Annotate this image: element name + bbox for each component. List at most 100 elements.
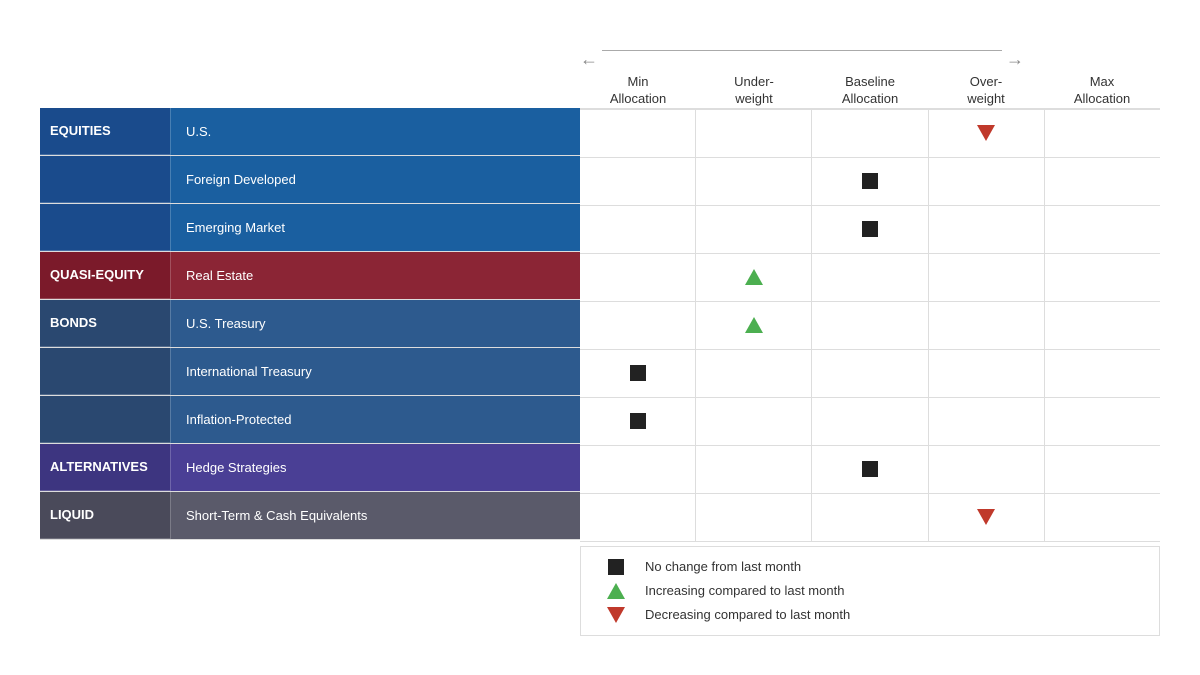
legend-text: Decreasing compared to last month (645, 607, 850, 622)
main-container: ← → Min Allocation Under- weight Baselin… (20, 29, 1180, 646)
grid-cell-over (929, 158, 1045, 205)
grid-cell-under (696, 398, 812, 445)
grid-row (580, 110, 1160, 158)
exposure-bar: ← → (580, 49, 1160, 70)
grid-cell-baseline (812, 350, 928, 397)
category-cell: ALTERNATIVES (40, 444, 170, 491)
table-row: ALTERNATIVESHedge Strategies (40, 444, 580, 492)
grid-cell-under (696, 110, 812, 157)
legend-triangle-up-icon (607, 583, 625, 599)
grid-cell-min (580, 350, 696, 397)
grid-cell-baseline (812, 302, 928, 349)
sub-cell: Hedge Strategies (170, 444, 580, 491)
category-cell (40, 348, 170, 395)
triangle-down-icon (977, 509, 995, 525)
sub-cell: Real Estate (170, 252, 580, 299)
grid-cell-baseline (812, 158, 928, 205)
category-cell (40, 156, 170, 203)
grid-cell-under (696, 206, 812, 253)
grid-cell-max (1045, 302, 1160, 349)
less-exposure-label (696, 52, 708, 67)
grid-cell-under (696, 494, 812, 541)
sub-cell: Foreign Developed (170, 156, 580, 203)
grid-cell-under (696, 350, 812, 397)
grid-cell-over (929, 254, 1045, 301)
category-cell: BONDS (40, 300, 170, 347)
main-table: EQUITIESU.S.Foreign DevelopedEmerging Ma… (40, 108, 1160, 542)
header-section: ← → Min Allocation Under- weight Baselin… (580, 49, 1160, 108)
sub-cell: International Treasury (170, 348, 580, 395)
more-exposure-label (896, 52, 908, 67)
arrow-right-icon: → (1006, 49, 1024, 70)
grid-cell-max (1045, 494, 1160, 541)
grid-cell-under (696, 158, 812, 205)
sub-cell: U.S. (170, 108, 580, 155)
grid-cell-over (929, 350, 1045, 397)
arrow-left-icon: ← (580, 49, 598, 70)
col-header-baseline: Baseline Allocation (812, 74, 928, 108)
grid-cell-under (696, 302, 812, 349)
sub-cell: Short-Term & Cash Equivalents (170, 492, 580, 539)
square-icon (630, 365, 646, 381)
square-icon (630, 413, 646, 429)
table-row: Emerging Market (40, 204, 580, 252)
grid-row (580, 398, 1160, 446)
grid-cell-over (929, 446, 1045, 493)
grid-cell-baseline (812, 110, 928, 157)
category-cell: EQUITIES (40, 108, 170, 155)
square-icon (862, 173, 878, 189)
category-cell (40, 204, 170, 251)
left-labels: EQUITIESU.S.Foreign DevelopedEmerging Ma… (40, 108, 580, 542)
grid-cell-min (580, 158, 696, 205)
grid-row (580, 302, 1160, 350)
grid-cell-baseline (812, 398, 928, 445)
triangle-up-icon (745, 269, 763, 285)
grid-row (580, 350, 1160, 398)
table-row: BONDSU.S. Treasury (40, 300, 580, 348)
legend-item: Decreasing compared to last month (601, 607, 1139, 623)
sub-cell: Emerging Market (170, 204, 580, 251)
grid-cell-max (1045, 398, 1160, 445)
triangle-up-icon (745, 317, 763, 333)
grid-cell-baseline (812, 494, 928, 541)
grid-cell-min (580, 446, 696, 493)
table-row: Inflation-Protected (40, 396, 580, 444)
grid-cell-min (580, 254, 696, 301)
legend: No change from last month Increasing comp… (580, 546, 1160, 636)
triangle-down-icon (977, 125, 995, 141)
grid-cell-under (696, 446, 812, 493)
grid-cell-over (929, 110, 1045, 157)
col-header-max: Max Allocation (1044, 74, 1160, 108)
grid-cell-max (1045, 446, 1160, 493)
grid-cell-min (580, 302, 696, 349)
grid-cell-baseline (812, 446, 928, 493)
category-cell: LIQUID (40, 492, 170, 539)
table-row: Foreign Developed (40, 156, 580, 204)
col-header-over: Over- weight (928, 74, 1044, 108)
col-header-under: Under- weight (696, 74, 812, 108)
legend-text: No change from last month (645, 559, 801, 574)
grid-cell-baseline (812, 254, 928, 301)
sub-cell: U.S. Treasury (170, 300, 580, 347)
grid-cell-baseline (812, 206, 928, 253)
sub-cell: Inflation-Protected (170, 396, 580, 443)
category-cell: QUASI-EQUITY (40, 252, 170, 299)
grid-cell-min (580, 110, 696, 157)
table-row: International Treasury (40, 348, 580, 396)
column-headers: Min Allocation Under- weight Baseline Al… (580, 74, 1160, 108)
grid-cell-over (929, 302, 1045, 349)
grid-cell-over (929, 206, 1045, 253)
right-grid (580, 108, 1160, 542)
square-icon (862, 221, 878, 237)
grid-cell-min (580, 206, 696, 253)
grid-row (580, 494, 1160, 542)
legend-item: Increasing compared to last month (601, 583, 1139, 599)
grid-row (580, 158, 1160, 206)
square-icon (862, 461, 878, 477)
grid-row (580, 446, 1160, 494)
grid-cell-max (1045, 158, 1160, 205)
grid-row (580, 206, 1160, 254)
grid-cell-max (1045, 110, 1160, 157)
col-header-min: Min Allocation (580, 74, 696, 108)
grid-cell-over (929, 398, 1045, 445)
